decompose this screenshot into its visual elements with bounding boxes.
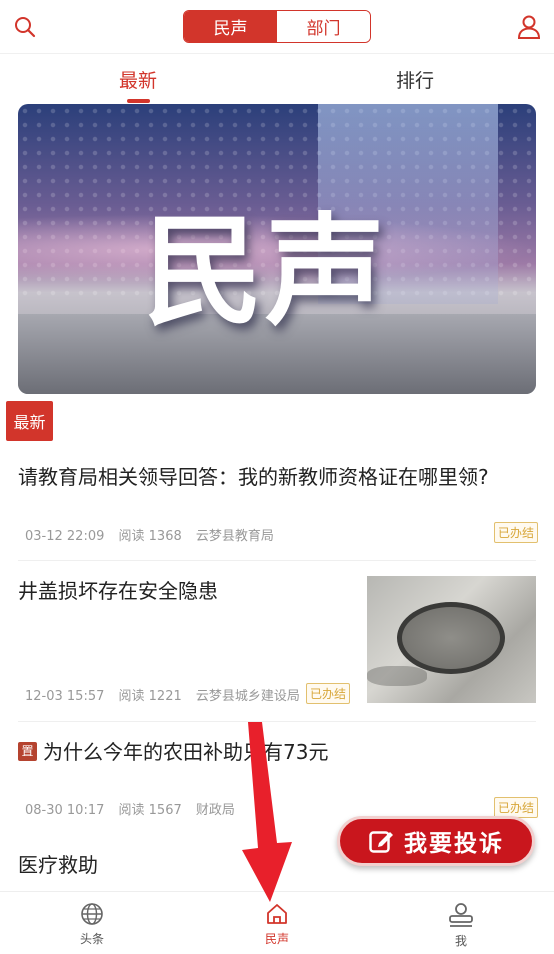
post-date: 03-12 22:09 — [25, 529, 105, 544]
complain-label: 我要投诉 — [404, 831, 504, 857]
post-item[interactable]: 请教育局相关领导回答：我的新教师资格证在哪里领? — [18, 462, 536, 492]
post-reads: 阅读 1567 — [118, 803, 182, 818]
nav-label: 头条 — [79, 932, 104, 946]
divider — [18, 721, 536, 722]
post-meta: 08-30 10:17 阅读 1567 财政局 — [25, 799, 245, 818]
user-icon — [517, 15, 541, 39]
person-icon — [449, 903, 473, 927]
globe-icon — [81, 903, 103, 925]
tab-bar: 最新 排行 — [0, 54, 554, 103]
profile-button[interactable] — [514, 12, 544, 42]
post-department: 云梦县教育局 — [195, 529, 274, 544]
post-department: 财政局 — [195, 803, 235, 818]
search-icon — [15, 17, 36, 38]
nav-headlines[interactable]: 头条 — [52, 902, 132, 947]
complain-button[interactable]: 我要投诉 — [337, 816, 535, 866]
status-badge: 已办结 — [494, 522, 539, 543]
post-item[interactable]: 井盖损坏存在安全隐患 — [18, 576, 348, 606]
tab-indicator — [127, 99, 150, 103]
post-reads: 阅读 1368 — [118, 529, 182, 544]
post-title-row: 置为什么今年的农田补助只有73元 — [18, 737, 536, 767]
segment-department[interactable]: 部门 — [277, 11, 370, 42]
status-badge: 已办结 — [306, 683, 351, 704]
tab-ranking[interactable]: 排行 — [396, 66, 434, 93]
nav-label: 民声 — [264, 932, 289, 946]
banner[interactable]: 民声 — [18, 104, 536, 394]
nav-label: 我 — [454, 934, 467, 948]
divider — [18, 560, 536, 561]
segment-control: 民声 部门 — [183, 10, 371, 43]
status-badge: 已办结 — [494, 797, 539, 818]
edit-icon — [369, 831, 393, 853]
post-department: 云梦县城乡建设局 — [195, 689, 300, 704]
post-meta: 12-03 15:57 阅读 1221 云梦县城乡建设局 — [25, 685, 310, 704]
pinned-icon: 置 — [18, 742, 37, 761]
manhole-cover — [397, 602, 505, 674]
home-icon — [267, 904, 287, 924]
post-title: 井盖损坏存在安全隐患 — [18, 579, 218, 603]
nav-me[interactable]: 我 — [421, 902, 501, 949]
post-thumbnail[interactable] — [367, 576, 536, 703]
post-date: 12-03 15:57 — [25, 689, 105, 704]
post-reads: 阅读 1221 — [118, 689, 182, 704]
post-title: 请教育局相关领导回答：我的新教师资格证在哪里领? — [18, 465, 489, 489]
tab-latest[interactable]: 最新 — [119, 66, 157, 93]
post-meta: 03-12 22:09 阅读 1368 云梦县教育局 — [25, 525, 284, 544]
post-title: 为什么今年的农田补助只有73元 — [43, 740, 329, 764]
search-button[interactable] — [10, 12, 40, 42]
banner-title: 民声 — [143, 201, 387, 342]
latest-badge: 最新 — [6, 401, 53, 441]
post-item[interactable]: 置为什么今年的农田补助只有73元 — [18, 737, 536, 767]
post-date: 08-30 10:17 — [25, 803, 105, 818]
bottom-nav: 头条 民声 我 — [0, 891, 554, 954]
top-bar: 民声 部门 — [0, 0, 554, 54]
thumbnail-shadow — [367, 666, 427, 686]
segment-minsheng[interactable]: 民声 — [184, 11, 277, 42]
nav-minsheng[interactable]: 民声 — [237, 902, 317, 947]
